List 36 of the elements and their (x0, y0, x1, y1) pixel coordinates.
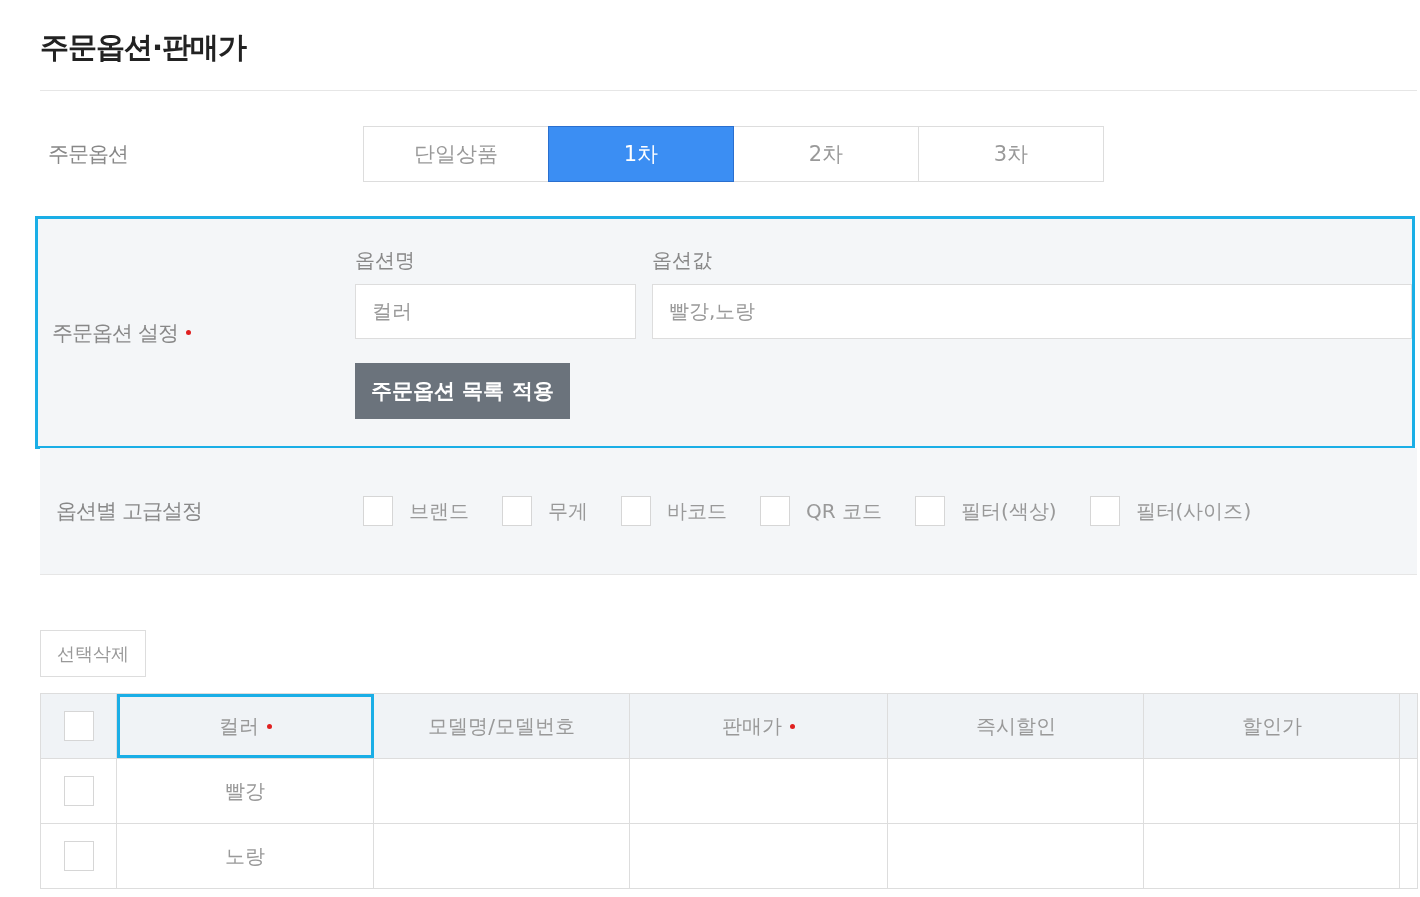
checkbox[interactable] (1089, 496, 1120, 526)
checkbox-label: 무게 (548, 497, 588, 525)
checkbox[interactable] (760, 496, 790, 526)
header-text: 컬러 (218, 712, 259, 740)
field-label: 주문옵션 설정 (52, 319, 178, 347)
checkbox-label: QR 코드 (806, 497, 882, 525)
field-label: 옵션값 (652, 246, 713, 274)
row-checkbox[interactable] (63, 776, 94, 806)
checkbox-label: 필터(사이즈) (1135, 497, 1252, 525)
checkbox-label: 필터(색상) (961, 497, 1057, 525)
field-label: 옵션별 고급설정 (56, 498, 203, 525)
header-text: 할인가 (1241, 712, 1302, 740)
option-name-input[interactable]: 컬러 (355, 283, 636, 339)
select-all-checkbox[interactable] (63, 711, 94, 741)
page-title: 주문옵션·판매가 (40, 29, 248, 66)
field-label: 옵션명 (355, 246, 416, 274)
option-tab[interactable]: 단일상품 (363, 125, 549, 182)
header-text: 모델명/모델번호 (428, 712, 575, 740)
header-text: 즉시할인 (975, 712, 1056, 740)
checkbox-label: 바코드 (667, 497, 727, 525)
delete-button[interactable]: 선택삭제 (40, 630, 146, 677)
checkbox[interactable] (915, 496, 945, 526)
field-label: 주문옵션 (47, 140, 129, 168)
option-value-input[interactable]: 빨강,노랑 (652, 283, 1412, 339)
option-tab[interactable]: 1차 (548, 125, 734, 182)
checkbox[interactable] (621, 496, 651, 526)
apply-button[interactable]: 주문옵션 목록 적용 (355, 362, 570, 419)
header-text: 판매가 (722, 712, 782, 740)
table-cell: 노랑 (117, 824, 374, 888)
table-cell: 빨강 (117, 759, 374, 823)
option-tab[interactable]: 3차 (918, 125, 1104, 182)
option-tab[interactable]: 2차 (733, 125, 919, 182)
checkbox-label: 브랜드 (409, 497, 469, 525)
checkbox[interactable] (502, 496, 532, 526)
checkbox[interactable] (363, 496, 393, 526)
row-checkbox[interactable] (63, 841, 94, 871)
